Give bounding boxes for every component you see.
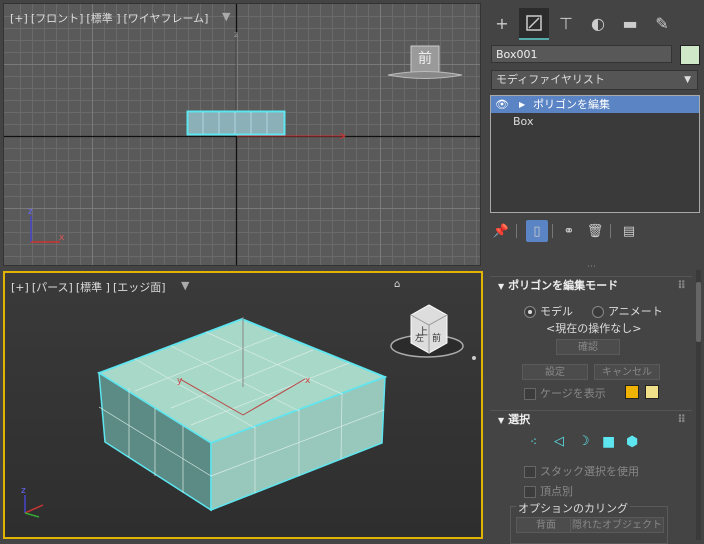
svg-text:y: y (177, 376, 183, 386)
rollout-edit-poly-header[interactable]: ▼ ポリゴンを編集モード ⠿ (490, 277, 692, 295)
culling-group-title: オプションのカリング (516, 500, 630, 516)
drag-handle-icon[interactable]: ⠿ (677, 277, 686, 295)
settings-button[interactable]: 設定 (522, 364, 588, 380)
remove-modifier-trash-icon[interactable]: 🗑 (584, 220, 606, 242)
persp-viewport-menu[interactable]: [+] [パース] [標準 ] [エッジ面] (11, 279, 169, 295)
modifier-list-dropdown[interactable]: モディファイヤリスト ▼ (491, 70, 698, 90)
modifier-list-label: モディファイヤリスト (496, 73, 605, 86)
show-cage-checkbox[interactable]: ケージを表示 (524, 385, 606, 401)
by-vertex-checkbox[interactable]: 頂点別 (524, 483, 573, 499)
animate-radio[interactable]: アニメート (592, 303, 663, 319)
rollout-edit-poly-mode: ▼ ポリゴンを編集モード ⠿ モデル アニメート <現在の操作なし> 確認 設定 … (490, 276, 692, 405)
occluded-button[interactable]: 隠れたオブジェクト (570, 517, 664, 533)
modify-tab-icon[interactable] (519, 8, 549, 40)
element-icon[interactable]: ⬢ (626, 434, 638, 450)
eye-icon[interactable]: 👁 (495, 96, 509, 113)
model-radio-label: モデル (540, 305, 573, 318)
model-radio[interactable]: モデル (524, 303, 573, 319)
cage-color-swatch-1[interactable] (625, 385, 639, 399)
use-stack-selection-label: スタック選択を使用 (540, 465, 639, 478)
edge-icon[interactable]: ◁ (554, 434, 564, 449)
object-name-field[interactable]: Box001 (491, 45, 672, 63)
chevron-down-icon: ▼ (684, 75, 691, 85)
front-grid: z z x (4, 4, 480, 265)
animate-radio-label: アニメート (608, 305, 663, 318)
rollout-selection: ▼ 選択 ⠿ ⁖ ◁ ☽ ■ ⬢ スタック選択を使用 頂点別 オプションのカリング… (490, 410, 692, 544)
stack-item-label: ポリゴンを編集 (533, 98, 610, 111)
panel-splitter[interactable]: ⋯ (587, 262, 596, 272)
border-icon[interactable]: ☽ (578, 434, 590, 449)
front-viewport-menu[interactable]: [+] [フロント] [標準 ] [ワイヤフレーム] (10, 10, 211, 26)
collapse-triangle-icon: ▼ (498, 282, 505, 291)
use-stack-selection-checkbox[interactable]: スタック選択を使用 (524, 463, 639, 479)
motion-tab-icon[interactable]: ◐ (583, 8, 613, 38)
polygon-icon[interactable]: ■ (602, 434, 615, 450)
drag-handle-icon[interactable]: ⠿ (677, 411, 686, 429)
subobject-level-buttons: ⁖ ◁ ☽ ■ ⬢ (526, 433, 646, 453)
stack-item-label: Box (513, 115, 534, 128)
rollout-title: 選択 (508, 413, 531, 426)
persp-shading-menu[interactable]: [標準 ] (76, 281, 110, 294)
filter-icon[interactable]: ▼ (222, 10, 230, 23)
stack-item-edit-poly[interactable]: 👁 ▶ ポリゴンを編集 (491, 96, 699, 113)
stack-item-box[interactable]: Box (491, 113, 699, 130)
rollout-selection-header[interactable]: ▼ 選択 ⠿ (490, 411, 692, 429)
panel-scrollbar[interactable] (696, 270, 701, 540)
viewport-front[interactable]: z z x 前 [+] [フロント] [標準 ] [ワイヤフレーム] ▼ (3, 3, 481, 266)
collapse-triangle-icon: ▼ (498, 416, 505, 425)
create-tab-plus-icon[interactable]: + (487, 8, 517, 38)
front-shading-menu[interactable]: [標準 ] (86, 12, 120, 25)
scroll-thumb[interactable] (696, 282, 701, 342)
svg-text:z: z (21, 486, 26, 496)
show-end-result-icon[interactable]: ▯ (526, 220, 548, 242)
cancel-button[interactable]: キャンセル (594, 364, 660, 380)
perspective-scene: y x z (21, 304, 476, 518)
svg-text:z: z (234, 30, 238, 39)
hierarchy-tab-icon[interactable]: ⊤ (551, 8, 581, 38)
home-icon[interactable]: ⌂ (394, 279, 400, 290)
stack-toolbar: 📌 ▯ ⚭ 🗑 ▤ (490, 220, 700, 242)
make-unique-icon[interactable]: ⚭ (558, 220, 580, 242)
show-cage-label: ケージを表示 (540, 387, 606, 400)
by-vertex-label: 頂点別 (540, 485, 573, 498)
front-box (186, 110, 286, 136)
front-view-menu[interactable]: [フロント] (31, 12, 84, 25)
filter-icon[interactable]: ▼ (181, 279, 189, 292)
svg-text:x: x (305, 376, 311, 386)
persp-viewcube-front[interactable]: 前 (432, 331, 441, 344)
backface-button[interactable]: 背面 (516, 517, 576, 533)
persp-mode-menu[interactable]: [エッジ面] (113, 281, 166, 294)
persp-viewcube-left[interactable]: 左 (415, 331, 424, 344)
front-plus-menu[interactable]: [+] (10, 12, 28, 25)
commit-button[interactable]: 確認 (556, 339, 620, 355)
rollout-title: ポリゴンを編集モード (508, 279, 619, 292)
cage-color-swatch-2[interactable] (645, 385, 659, 399)
viewport-perspective[interactable]: y x z 上 左 前 ⌂ [+] [パース] [標準 ] [エッジ面] ▼ (3, 271, 483, 539)
display-tab-icon[interactable]: ▬ (615, 8, 645, 38)
current-operation-text: <現在の操作なし> (546, 322, 642, 335)
svg-text:z: z (28, 207, 33, 217)
svg-text:x: x (59, 233, 65, 243)
expand-triangle-icon[interactable]: ▶ (519, 96, 525, 113)
vertex-icon[interactable]: ⁖ (530, 435, 537, 449)
utilities-tab-wrench-icon[interactable]: ✎ (647, 8, 677, 38)
object-color-swatch[interactable] (680, 45, 700, 65)
pin-stack-icon[interactable]: 📌 (490, 220, 512, 242)
persp-view-menu[interactable]: [パース] (32, 281, 73, 294)
command-panel: + ⊤ ◐ ▬ ✎ Box001 モディファイヤリスト ▼ 👁 ▶ ポリゴンを編… (487, 0, 704, 544)
command-panel-tabs: + ⊤ ◐ ▬ ✎ (487, 8, 704, 40)
front-viewcube-label[interactable]: 前 (412, 47, 438, 72)
front-mode-menu[interactable]: [ワイヤフレーム] (124, 12, 209, 25)
persp-plus-menu[interactable]: [+] (11, 281, 29, 294)
modifier-stack[interactable]: 👁 ▶ ポリゴンを編集 Box (490, 95, 700, 213)
configure-modifier-sets-icon[interactable]: ▤ (618, 220, 640, 242)
